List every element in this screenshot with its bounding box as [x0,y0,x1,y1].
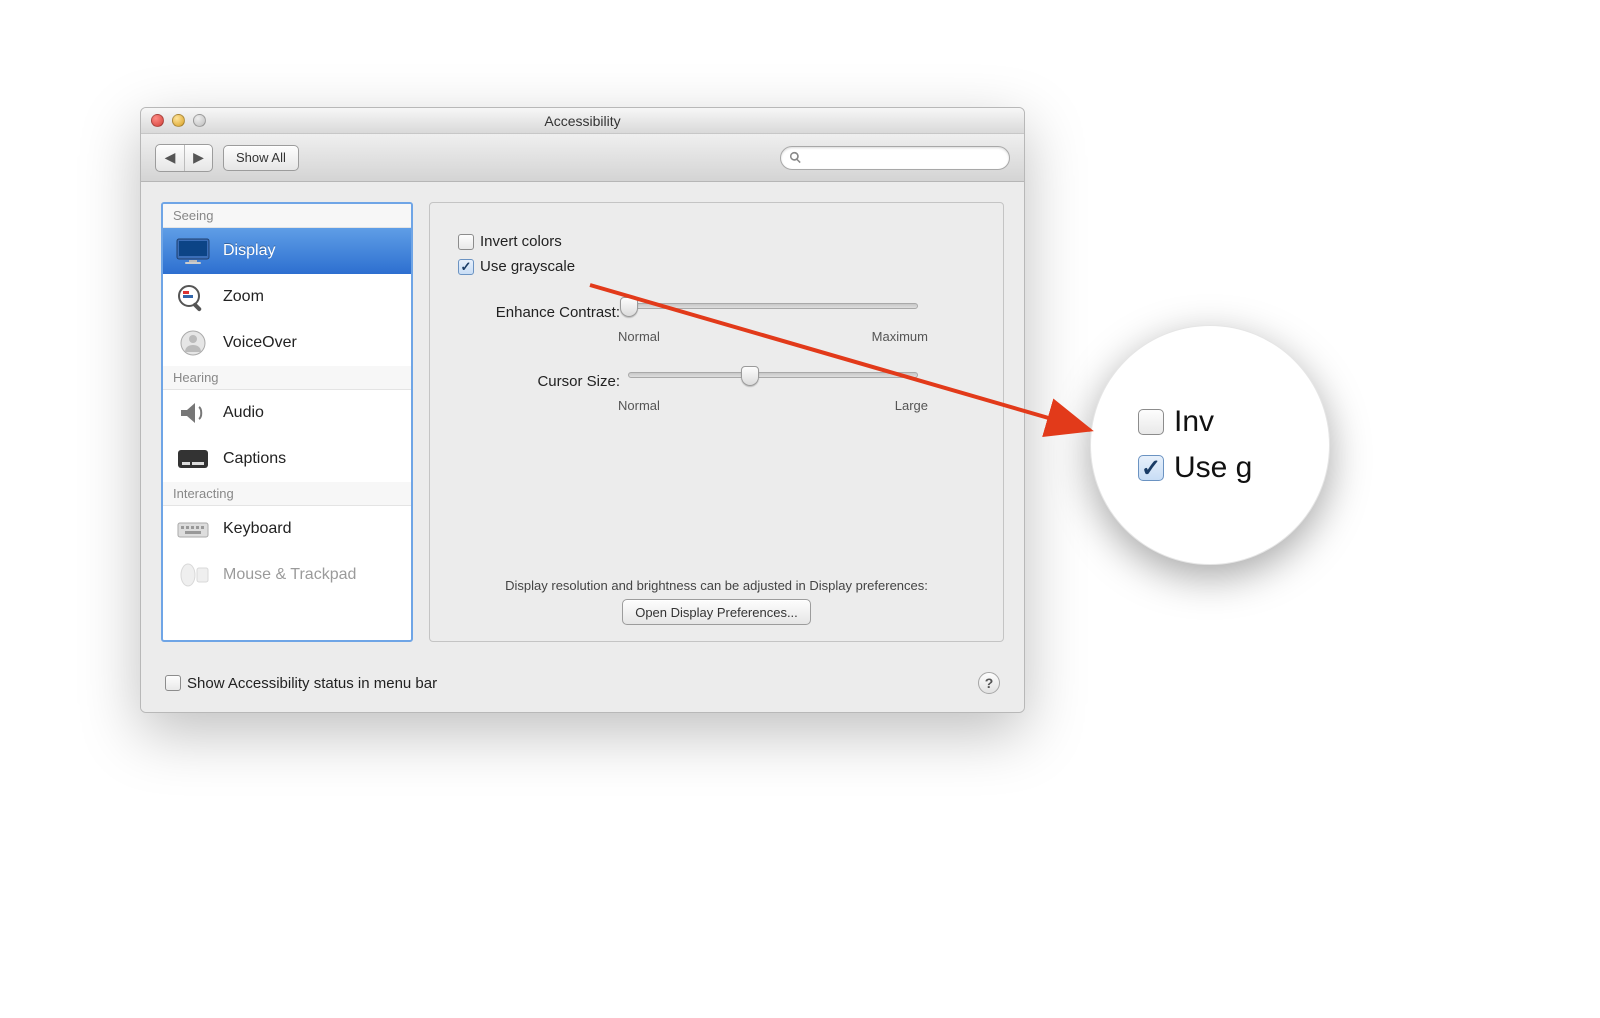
invert-colors-label: Invert colors [480,233,562,250]
back-button[interactable]: ◀ [156,145,184,171]
cursor-size-min: Normal [618,398,660,413]
close-window-button[interactable] [151,114,164,127]
display-prefs-hint: Display resolution and brightness can be… [430,578,1003,625]
bottom-bar: Show Accessibility status in menu bar ? [141,662,1024,712]
enhance-contrast-min: Normal [618,329,660,344]
category-sidebar[interactable]: Seeing Display Zoom VoiceOver Hearing [161,202,413,642]
status-menubar-checkbox[interactable] [165,675,181,691]
enhance-contrast-thumb[interactable] [620,297,638,317]
magnifier-invert-checkbox [1138,409,1164,435]
cursor-size-max: Large [895,398,928,413]
sidebar-item-captions[interactable]: Captions [163,436,411,482]
magnifier-invert-label: Inv [1174,405,1214,439]
minimize-window-button[interactable] [172,114,185,127]
search-input[interactable] [808,150,1001,165]
cursor-size-slider[interactable] [628,372,918,378]
sidebar-group-seeing: Seeing [163,204,411,228]
cursor-size-scale: Normal Large [618,398,928,413]
hint-text: Display resolution and brightness can be… [430,578,1003,593]
magnifier-callout: Inv Use g [1090,325,1330,565]
enhance-contrast-slider[interactable] [628,303,918,309]
captions-icon [175,444,211,474]
magnifier-grayscale-row: Use g [1138,451,1330,485]
sidebar-item-audio[interactable]: Audio [163,390,411,436]
use-grayscale-checkbox[interactable] [458,259,474,275]
search-field[interactable] [780,146,1010,170]
window-title: Accessibility [544,113,620,129]
zoom-icon [175,282,211,312]
sidebar-group-hearing: Hearing [163,366,411,390]
use-grayscale-row: Use grayscale [458,258,975,275]
sidebar-group-interacting: Interacting [163,482,411,506]
invert-colors-row: Invert colors [458,233,975,250]
use-grayscale-label: Use grayscale [480,258,575,275]
toolbar: ◀ ▶ Show All [141,134,1024,182]
forward-button[interactable]: ▶ [184,145,212,171]
status-menubar-row: Show Accessibility status in menu bar [165,675,437,692]
sidebar-item-label: Captions [223,450,286,468]
nav-back-forward: ◀ ▶ [155,144,213,172]
search-icon [789,151,802,164]
show-all-button[interactable]: Show All [223,145,299,171]
magnifier-grayscale-checkbox [1138,455,1164,481]
keyboard-icon [175,514,211,544]
enhance-contrast-label: Enhance Contrast: [458,303,628,321]
accessibility-window: Accessibility ◀ ▶ Show All Seeing Displa… [140,107,1025,713]
invert-colors-checkbox[interactable] [458,234,474,250]
help-button[interactable]: ? [978,672,1000,694]
open-display-preferences-button[interactable]: Open Display Preferences... [622,599,811,625]
status-menubar-label: Show Accessibility status in menu bar [187,675,437,692]
sidebar-item-mouse-trackpad[interactable]: Mouse & Trackpad [163,552,411,598]
audio-icon [175,398,211,428]
cursor-size-row: Cursor Size: Normal Large [458,372,975,413]
display-icon [175,236,211,266]
sidebar-item-label: Zoom [223,288,264,306]
sidebar-item-label: Keyboard [223,520,292,538]
cursor-size-thumb[interactable] [741,366,759,386]
sidebar-item-label: VoiceOver [223,334,297,352]
voiceover-icon [175,328,211,358]
sidebar-item-zoom[interactable]: Zoom [163,274,411,320]
display-settings-panel: Invert colors Use grayscale Enhance Cont… [429,202,1004,642]
sidebar-item-keyboard[interactable]: Keyboard [163,506,411,552]
sidebar-item-display[interactable]: Display [163,228,411,274]
magnifier-grayscale-label: Use g [1174,451,1252,485]
traffic-lights [151,114,206,127]
sidebar-item-label: Audio [223,404,264,422]
enhance-contrast-max: Maximum [872,329,928,344]
window-body: Seeing Display Zoom VoiceOver Hearing [141,182,1024,662]
cursor-size-label: Cursor Size: [458,372,628,390]
magnifier-invert-row: Inv [1138,405,1330,439]
enhance-contrast-row: Enhance Contrast: Normal Maximum [458,303,975,344]
enhance-contrast-scale: Normal Maximum [618,329,928,344]
sidebar-item-label: Mouse & Trackpad [223,566,356,584]
zoom-window-button[interactable] [193,114,206,127]
titlebar: Accessibility [141,108,1024,134]
sidebar-item-label: Display [223,242,275,260]
mouse-trackpad-icon [175,560,211,590]
sidebar-item-voiceover[interactable]: VoiceOver [163,320,411,366]
